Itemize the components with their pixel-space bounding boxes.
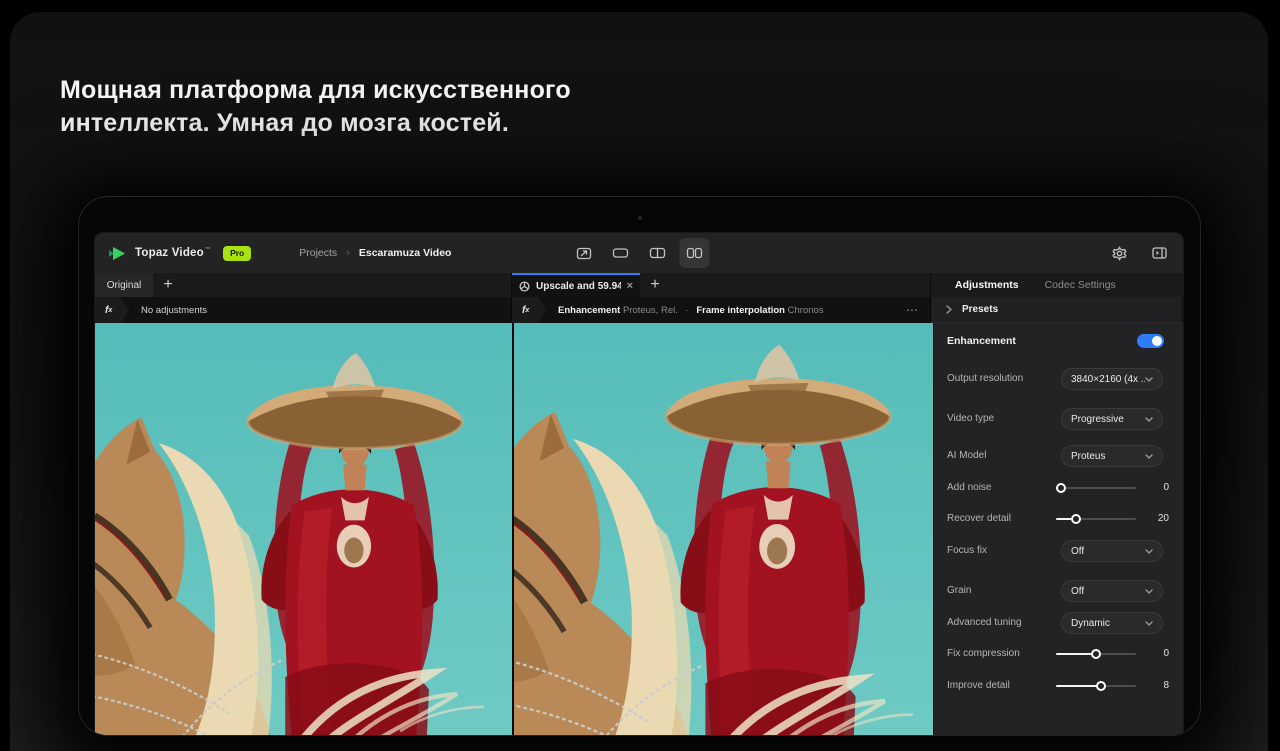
fix-compression-slider[interactable] (1056, 643, 1136, 665)
left-new-tab-button[interactable]: + (153, 273, 183, 297)
tab-upscale-label: Upscale and 59.94 (536, 281, 621, 292)
chevron-down-icon (1145, 549, 1153, 554)
tab-close-icon[interactable]: × (627, 281, 633, 292)
breadcrumb-separator-icon: › (346, 247, 350, 259)
panel-tabs: Adjustments Codec Settings (931, 273, 1182, 297)
enhancement-toggle[interactable] (1137, 334, 1164, 348)
output-resolution-dropdown[interactable]: 3840×2160 (4x ... (1061, 368, 1163, 390)
toggle-right-panel-icon[interactable] (1145, 239, 1173, 267)
right-new-tab-button[interactable]: + (640, 273, 670, 297)
right-pane-tabs: Upscale and 59.94 × + (512, 273, 931, 297)
add-noise-slider[interactable] (1056, 477, 1136, 499)
improve-detail-row: Improve detail 8 (934, 675, 1183, 697)
chevron-down-icon (1145, 621, 1153, 626)
single-view-icon[interactable] (606, 238, 636, 268)
brand: Topaz Video™ Pro (95, 246, 251, 261)
content-area: Enhancement Output resolution 3840×2160 … (95, 323, 1183, 736)
output-resolution-row: Output resolution 3840×2160 (4x ... (934, 368, 1183, 390)
presets-row[interactable]: Presets (931, 297, 1182, 323)
ai-model-row: AI Model Proteus (934, 445, 1183, 467)
chevron-right-icon (946, 305, 952, 314)
presets-label: Presets (962, 304, 998, 315)
settings-gear-icon[interactable] (1105, 239, 1133, 267)
adjustments-panel: Enhancement Output resolution 3840×2160 … (933, 323, 1183, 736)
left-pane-tabs: Original + (95, 273, 512, 297)
trademark: ™ (205, 247, 211, 253)
chevron-down-icon (1145, 417, 1153, 422)
advanced-tuning-dropdown[interactable]: Dynamic (1061, 612, 1163, 634)
recover-detail-row: Recover detail 20 (934, 508, 1183, 530)
advanced-tuning-row: Advanced tuning Dynamic (934, 612, 1183, 634)
chevron-down-icon (1145, 454, 1153, 459)
chevron-down-icon (1145, 377, 1153, 382)
brand-name: Topaz Video™ (135, 247, 211, 259)
ai-model-dropdown[interactable]: Proteus (1061, 445, 1163, 467)
fx-icon: fx (512, 297, 546, 323)
enhancement-label: Enhancement (947, 323, 1016, 359)
view-mode-group (569, 233, 710, 273)
tab-codec-settings[interactable]: Codec Settings (1045, 279, 1116, 291)
app-window: Topaz Video™ Pro Projects › Escaramuza V… (95, 233, 1183, 736)
upscaled-video-preview[interactable] (514, 323, 933, 736)
grain-row: Grain Off (934, 580, 1183, 602)
hero-heading: Мощная платформа для искусственного инте… (60, 74, 571, 140)
video-type-dropdown[interactable]: Progressive (1061, 408, 1163, 430)
side-by-side-view-icon[interactable] (680, 238, 710, 268)
focus-fix-dropdown[interactable]: Off (1061, 540, 1163, 562)
topaz-logo-icon (108, 246, 127, 261)
tab-strip: Original + Upscale and 59.94 × + (95, 273, 1183, 297)
split-view-icon[interactable] (643, 238, 673, 268)
original-video-preview[interactable] (95, 323, 512, 736)
left-filter-bar: fx No adjustments (95, 297, 512, 323)
device-mockup: Topaz Video™ Pro Projects › Escaramuza V… (78, 196, 1201, 736)
enhance-sphere-icon (519, 281, 530, 292)
more-options-icon[interactable]: ⋯ (906, 303, 919, 317)
filter-strip: fx No adjustments fx Enhancement Proteus… (95, 297, 1183, 323)
fullscreen-view-icon[interactable] (569, 238, 599, 268)
hero-heading-line2: интеллекта. Умная до мозга костей. (60, 107, 571, 140)
breadcrumb: Projects › Escaramuza Video (299, 247, 451, 259)
fx-icon: fx (95, 297, 129, 323)
page: Мощная платформа для искусственного инте… (0, 0, 1280, 751)
device-camera-dot (638, 216, 642, 220)
chevron-down-icon (1145, 589, 1153, 594)
right-filter-text: Enhancement Proteus, Rel. · Frame interp… (558, 305, 824, 316)
enhancement-row: Enhancement (934, 323, 1183, 359)
left-filter-text: No adjustments (141, 305, 207, 316)
recover-detail-slider[interactable] (1056, 508, 1136, 530)
hero-heading-line1: Мощная платформа для искусственного (60, 74, 571, 107)
topbar-right-group (1105, 233, 1177, 273)
tab-original[interactable]: Original (95, 273, 153, 297)
fix-compression-row: Fix compression 0 (934, 643, 1183, 665)
grain-dropdown[interactable]: Off (1061, 580, 1163, 602)
app-topbar: Topaz Video™ Pro Projects › Escaramuza V… (95, 233, 1183, 273)
right-filter-bar: fx Enhancement Proteus, Rel. · Frame int… (512, 297, 931, 323)
tab-adjustments[interactable]: Adjustments (955, 279, 1019, 291)
video-type-row: Video type Progressive (934, 408, 1183, 430)
section-card: Мощная платформа для искусственного инте… (10, 12, 1268, 751)
pro-badge: Pro (223, 246, 251, 261)
breadcrumb-current: Escaramuza Video (359, 247, 452, 259)
breadcrumb-projects[interactable]: Projects (299, 247, 337, 259)
focus-fix-row: Focus fix Off (934, 540, 1183, 562)
improve-detail-slider[interactable] (1056, 675, 1136, 697)
presets-bar: Presets (931, 297, 1182, 323)
tab-upscale[interactable]: Upscale and 59.94 × (512, 273, 640, 297)
add-noise-row: Add noise 0 (934, 477, 1183, 499)
